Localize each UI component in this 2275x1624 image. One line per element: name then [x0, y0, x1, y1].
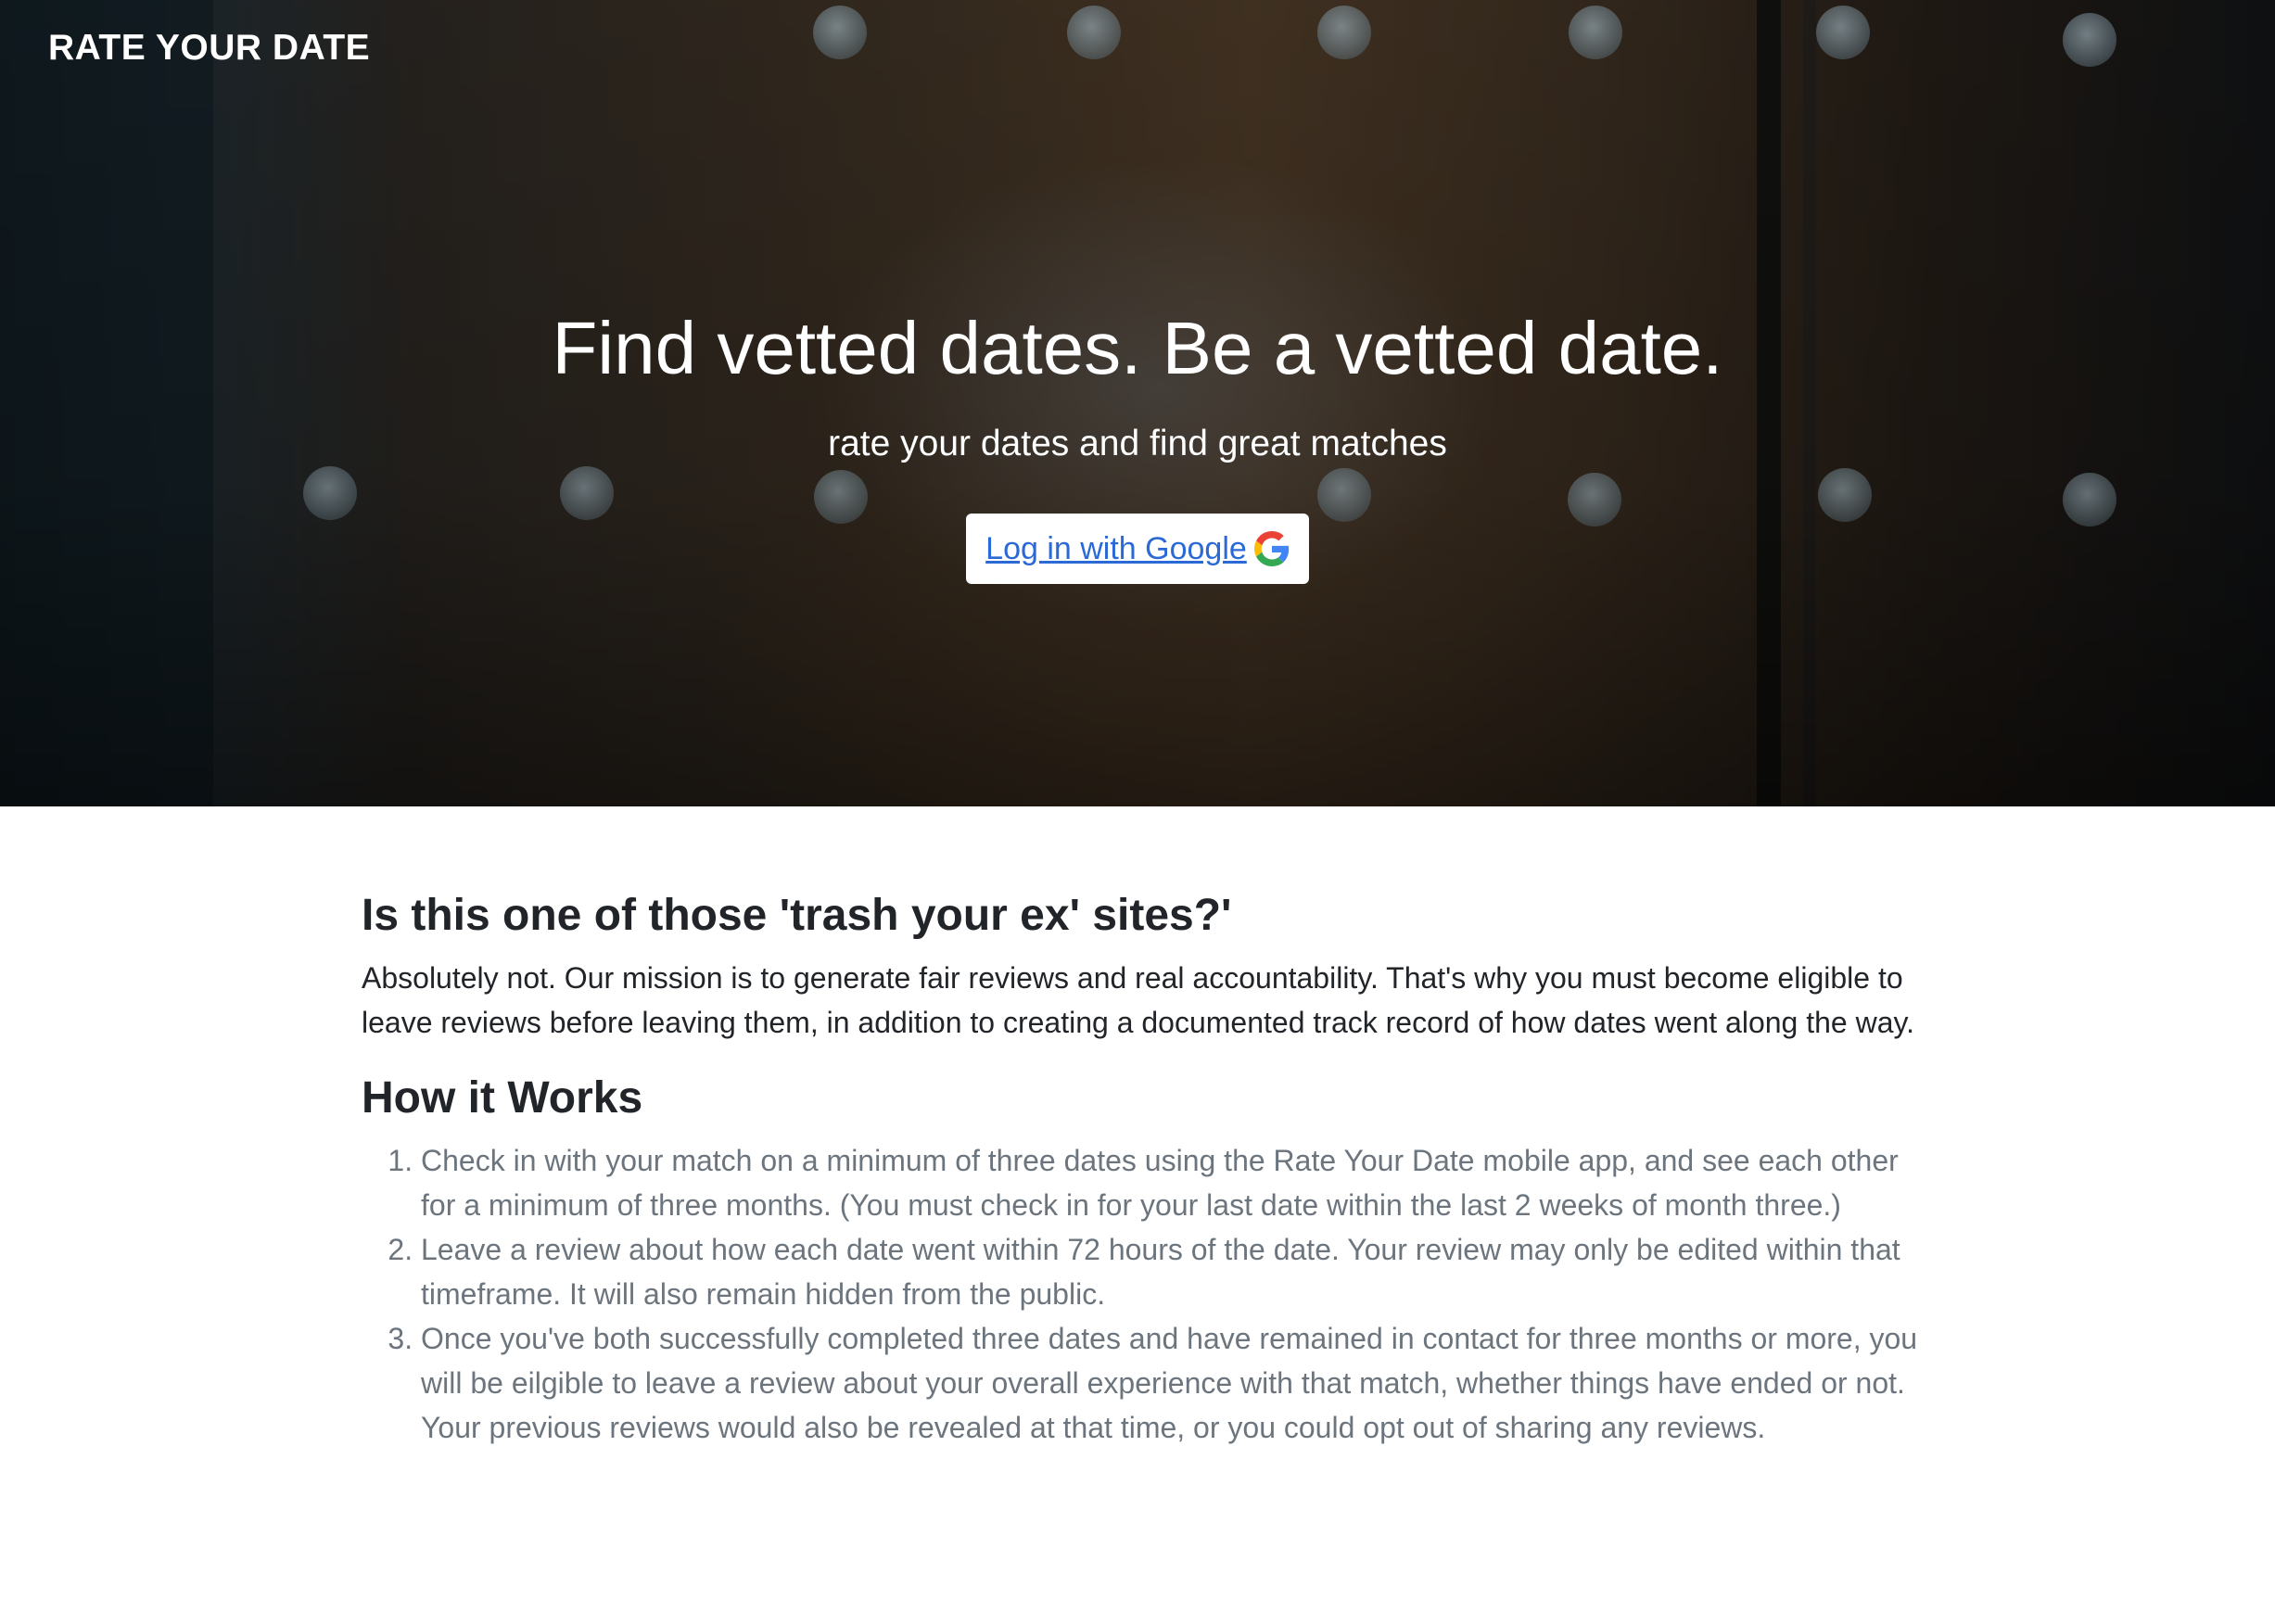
google-icon	[1253, 531, 1290, 566]
hero-section: RATE YOUR DATE Find vetted dates. Be a v…	[0, 0, 2275, 806]
how-it-works-list: Check in with your match on a minimum of…	[362, 1138, 1919, 1450]
brand-logo[interactable]: RATE YOUR DATE	[48, 28, 370, 69]
faq-question-heading: Is this one of those 'trash your ex' sit…	[362, 891, 1232, 940]
hero-subtitle: rate your dates and find great matches	[828, 424, 1447, 463]
login-with-google-label: Log in with Google	[985, 530, 1247, 566]
login-with-google-button[interactable]: Log in with Google	[966, 514, 1309, 584]
how-it-works-step: Check in with your match on a minimum of…	[421, 1138, 1919, 1227]
faq-answer: Absolutely not. Our mission is to genera…	[362, 961, 1915, 1039]
how-it-works-step: Leave a review about how each date went …	[421, 1227, 1919, 1316]
main-content: Is this one of those 'trash your ex' sit…	[362, 890, 1919, 1450]
hero-overlay	[0, 0, 2275, 806]
how-it-works-heading: How it Works	[362, 1073, 643, 1123]
how-it-works-step: Once you've both successfully completed …	[421, 1316, 1919, 1450]
hero-title: Find vetted dates. Be a vetted date.	[552, 307, 1723, 389]
